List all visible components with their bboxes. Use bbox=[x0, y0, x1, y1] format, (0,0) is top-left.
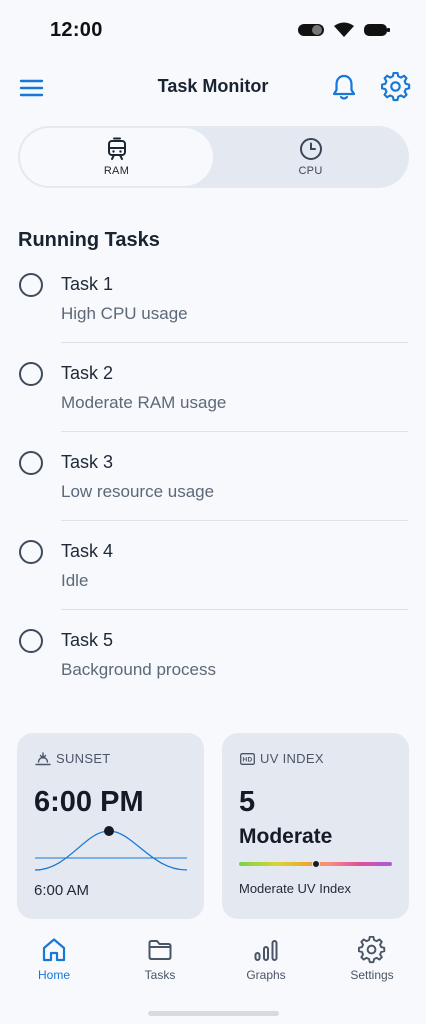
uv-description: Moderate UV Index bbox=[239, 881, 352, 896]
list-item[interactable]: Task 3 Low resource usage bbox=[0, 440, 426, 529]
home-icon bbox=[42, 938, 66, 962]
segment-cpu-label: CPU bbox=[298, 165, 323, 177]
list-item[interactable]: Task 2 Moderate RAM usage bbox=[0, 351, 426, 440]
sunset-time: 6:00 PM bbox=[34, 786, 144, 818]
nav-settings[interactable]: Settings bbox=[332, 936, 412, 992]
segment-ram-label: RAM bbox=[103, 165, 130, 177]
bell-icon bbox=[332, 74, 356, 100]
svg-text:HD: HD bbox=[243, 756, 253, 763]
task-radio[interactable] bbox=[19, 540, 43, 564]
uv-level: Moderate bbox=[239, 825, 333, 848]
uv-scale-bar bbox=[239, 860, 392, 868]
notifications-button[interactable] bbox=[330, 72, 358, 102]
list-item[interactable]: Task 4 Idle bbox=[0, 529, 426, 618]
task-title: Task 3 bbox=[61, 452, 114, 472]
sunset-card[interactable]: SUNSET 6:00 PM 6:00 AM bbox=[17, 733, 204, 919]
segment-cpu[interactable]: CPU bbox=[214, 128, 407, 186]
divider bbox=[61, 609, 408, 610]
nav-tasks[interactable]: Tasks bbox=[120, 936, 200, 992]
toggle-status-icon bbox=[298, 24, 324, 36]
uv-card-header: HD UV INDEX bbox=[240, 751, 324, 766]
nav-settings-label: Settings bbox=[350, 968, 394, 982]
divider bbox=[61, 520, 408, 521]
sunrise-time: 6:00 AM bbox=[34, 882, 90, 899]
task-list: Task 1 High CPU usage Task 2 Moderate RA… bbox=[0, 262, 426, 707]
status-icons bbox=[298, 22, 390, 38]
task-radio[interactable] bbox=[19, 629, 43, 653]
status-time: 12:00 bbox=[50, 19, 103, 41]
sunset-icon bbox=[35, 751, 51, 765]
task-title: Task 2 bbox=[61, 363, 114, 383]
gear-icon bbox=[380, 71, 411, 102]
battery-icon bbox=[364, 24, 390, 36]
bar-graph-icon bbox=[254, 940, 278, 961]
sun-path-graph bbox=[34, 826, 188, 871]
section-title: Running Tasks bbox=[18, 229, 160, 251]
gear-icon bbox=[358, 936, 386, 964]
sunset-card-heading: SUNSET bbox=[56, 751, 111, 766]
task-radio[interactable] bbox=[19, 362, 43, 386]
nav-tasks-label: Tasks bbox=[144, 968, 176, 982]
clock-icon bbox=[299, 138, 322, 160]
list-item[interactable]: Task 1 High CPU usage bbox=[0, 262, 426, 351]
task-title: Task 1 bbox=[61, 274, 114, 294]
status-bar: 12:00 bbox=[0, 0, 426, 60]
folder-icon bbox=[148, 940, 172, 960]
divider bbox=[61, 431, 408, 432]
page-title: Task Monitor bbox=[157, 76, 269, 96]
uv-value: 5 bbox=[239, 786, 256, 818]
nav-home[interactable]: Home bbox=[14, 936, 94, 992]
task-subtitle: High CPU usage bbox=[61, 304, 188, 323]
task-title: Task 4 bbox=[61, 541, 114, 561]
nav-home-label: Home bbox=[37, 968, 70, 982]
hd-icon: HD bbox=[240, 752, 255, 765]
uv-indicator bbox=[311, 860, 320, 868]
sunset-card-header: SUNSET bbox=[35, 751, 111, 766]
bottom-nav: Home Tasks Graphs Settings bbox=[0, 936, 426, 996]
divider bbox=[61, 342, 408, 343]
task-radio[interactable] bbox=[19, 273, 43, 297]
uv-index-card[interactable]: HD UV INDEX 5 Moderate Moderate UV Index bbox=[222, 733, 409, 919]
task-subtitle: Moderate RAM usage bbox=[61, 393, 227, 412]
app-bar: Task Monitor bbox=[0, 68, 426, 108]
nav-graphs-label: Graphs bbox=[246, 968, 286, 982]
wifi-icon bbox=[334, 22, 354, 37]
task-subtitle: Low resource usage bbox=[61, 482, 215, 501]
task-radio[interactable] bbox=[19, 451, 43, 475]
uv-card-heading: UV INDEX bbox=[260, 751, 324, 766]
segment-ram[interactable]: RAM bbox=[20, 128, 213, 186]
nav-graphs[interactable]: Graphs bbox=[226, 936, 306, 992]
home-indicator[interactable] bbox=[148, 1011, 279, 1016]
train-icon bbox=[107, 137, 126, 160]
task-subtitle: Idle bbox=[61, 571, 89, 590]
task-title: Task 5 bbox=[61, 630, 114, 650]
settings-button[interactable] bbox=[380, 71, 411, 102]
task-subtitle: Background process bbox=[61, 660, 216, 679]
list-item[interactable]: Task 5 Background process bbox=[0, 618, 426, 707]
resource-segmented-control: RAM CPU bbox=[18, 126, 409, 188]
